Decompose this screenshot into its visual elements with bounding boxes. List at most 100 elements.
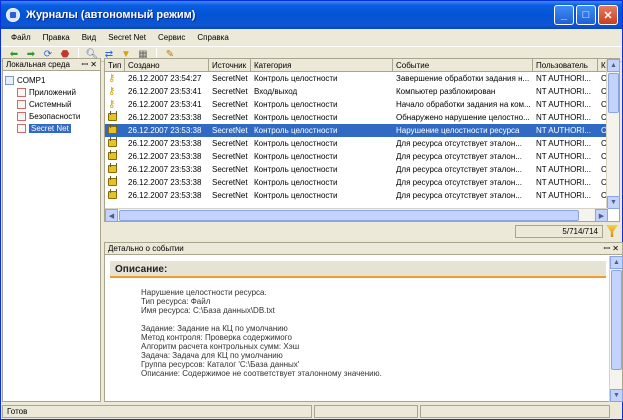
scroll-up-icon[interactable]: ▲ xyxy=(607,59,619,72)
scroll-down-icon[interactable]: ▼ xyxy=(610,389,623,402)
lock-icon xyxy=(108,189,117,199)
scroll-down-icon[interactable]: ▼ xyxy=(607,196,619,209)
column-user[interactable]: Пользователь xyxy=(533,59,598,71)
table-row[interactable]: ⚷ 26.12.2007 23:53:41 SecretNet Контроль це… xyxy=(105,98,619,111)
table-cell: Контроль целостности xyxy=(254,178,338,187)
scroll-left-icon[interactable]: ◀ xyxy=(105,209,118,221)
tree-item-secretnet[interactable]: Secret Net xyxy=(5,122,98,134)
table-row[interactable]: ⚷ 26.12.2007 23:54:27 SecretNet Контроль це… xyxy=(105,72,619,85)
table-cell: NT AUTHORI... xyxy=(536,126,591,135)
table-cell: NT AUTHORI... xyxy=(536,74,591,83)
table-cell: Начало обработки задания на ком... xyxy=(396,100,531,109)
title-bar[interactable]: Журналы (автономный режим) _ □ ✕ xyxy=(1,1,622,29)
table-row[interactable]: 26.12.2007 23:53:38 SecretNet Контроль цел… xyxy=(105,176,619,189)
table-cell: NT AUTHORI... xyxy=(536,87,591,96)
row-type-cell: ⚷ xyxy=(105,72,125,85)
close-button[interactable]: ✕ xyxy=(598,5,618,25)
column-source[interactable]: Источник xyxy=(209,59,251,71)
table-cell: 26.12.2007 23:53:38 xyxy=(128,139,202,148)
lock-icon xyxy=(108,176,117,186)
minimize-button[interactable]: _ xyxy=(554,5,574,25)
event-details-pane: Детально о событии ꟷ ✕ Описание: Нарушен… xyxy=(104,242,623,402)
tree-item-system[interactable]: Системный xyxy=(5,98,98,110)
table-cell: SecretNet xyxy=(212,100,248,109)
table-vertical-scrollbar[interactable]: ▲ ▼ xyxy=(606,59,619,209)
row-type-cell xyxy=(105,124,125,137)
details-pane-controls[interactable]: ꟷ ✕ xyxy=(604,243,619,254)
table-cell: NT AUTHORI... xyxy=(536,152,591,161)
table-cell: 26.12.2007 23:53:41 xyxy=(128,87,202,96)
table-cell: SecretNet xyxy=(212,74,248,83)
description-body[interactable]: Нарушение целостности ресурса. Тип ресур… xyxy=(110,278,606,378)
table-cell: 26.12.2007 23:53:38 xyxy=(128,113,202,122)
tree-root[interactable]: COMP1 xyxy=(5,74,98,86)
row-type-cell xyxy=(105,111,125,124)
main-window: Журналы (автономный режим) _ □ ✕ Файл Пр… xyxy=(0,0,623,420)
table-row[interactable]: 26.12.2007 23:53:38 SecretNet Контроль цел… xyxy=(105,137,619,150)
table-row[interactable]: 26.12.2007 23:53:38 SecretNet Контроль цел… xyxy=(105,123,619,138)
details-vertical-scrollbar[interactable]: ▲ ▼ xyxy=(609,256,623,402)
lock-icon xyxy=(108,150,117,160)
menu-service[interactable]: Сервис xyxy=(152,33,191,42)
table-row[interactable]: 26.12.2007 23:53:38 SecretNet Контроль цел… xyxy=(105,111,619,124)
menu-file[interactable]: Файл xyxy=(5,33,37,42)
navigation-pane: Локальная среда ꟷ ✕ COMP1 Приложений Сис… xyxy=(2,58,101,402)
description-line: Алгоритм расчета контрольных сумм: Хэш xyxy=(141,342,300,351)
table-cell: 26.12.2007 23:53:38 xyxy=(128,191,202,200)
status-text: Готов xyxy=(2,405,312,418)
description-section: Описание: Нарушение целостности ресурса.… xyxy=(110,261,606,399)
description-line: Задача: Задача для КЦ по умолчанию xyxy=(141,351,283,360)
table-row[interactable]: 26.12.2007 23:53:38 SecretNet Контроль цел… xyxy=(105,150,619,163)
menu-secretnet[interactable]: Secret Net xyxy=(102,33,152,42)
row-type-cell xyxy=(105,189,125,202)
scroll-thumb[interactable] xyxy=(611,270,622,370)
description-line: Описание: Содержимое не соответствует эт… xyxy=(141,369,382,378)
table-cell: Нарушение целостности ресурса xyxy=(396,126,520,135)
table-cell: Контроль целостности xyxy=(254,191,338,200)
table-cell: 26.12.2007 23:53:38 xyxy=(128,178,202,187)
log-icon xyxy=(17,87,26,97)
table-row[interactable]: ⚷ 26.12.2007 23:53:41 SecretNet Вход/выход К… xyxy=(105,85,619,98)
column-created[interactable]: Создано xyxy=(125,59,209,71)
column-event[interactable]: Событие xyxy=(393,59,533,71)
column-category[interactable]: Категория xyxy=(251,59,393,71)
table-cell: SecretNet xyxy=(212,178,248,187)
menu-help[interactable]: Справка xyxy=(191,33,234,42)
table-horizontal-scrollbar[interactable]: ◀ ▶ xyxy=(105,208,608,221)
table-cell: Вход/выход xyxy=(254,87,298,96)
tree-item-security[interactable]: Безопасности xyxy=(5,110,98,122)
description-line: Имя ресурса: C:\База данных\DB.txt xyxy=(141,306,275,315)
menu-view[interactable]: Вид xyxy=(76,33,102,42)
table-cell: SecretNet xyxy=(212,165,248,174)
table-cell: Завершение обработки задания н... xyxy=(396,74,530,83)
scroll-right-icon[interactable]: ▶ xyxy=(595,209,608,221)
row-type-cell xyxy=(105,150,125,163)
table-cell: Для ресурса отсутствует эталон... xyxy=(396,191,522,200)
row-type-cell: ⚷ xyxy=(105,85,125,98)
app-icon xyxy=(6,8,20,22)
filter-icon[interactable] xyxy=(606,225,618,237)
table-row[interactable]: 26.12.2007 23:53:38 SecretNet Контроль цел… xyxy=(105,163,619,176)
tree-item-applications[interactable]: Приложений xyxy=(5,86,98,98)
column-type[interactable]: Тип xyxy=(105,59,125,71)
table-header: Тип Создано Источник Категория Событие П… xyxy=(105,59,619,72)
key-icon: ⚷ xyxy=(108,86,116,97)
menu-edit[interactable]: Правка xyxy=(37,33,76,42)
table-cell: SecretNet xyxy=(212,126,248,135)
table-cell: Контроль целостности xyxy=(254,113,338,122)
table-cell: Контроль целостности xyxy=(254,152,338,161)
description-line: Тип ресурса: Файл xyxy=(141,297,211,306)
table-row[interactable]: 26.12.2007 23:53:38 SecretNet Контроль цел… xyxy=(105,189,619,202)
table-cell: Контроль целостности xyxy=(254,100,338,109)
maximize-button[interactable]: □ xyxy=(576,5,596,25)
lock-icon xyxy=(108,137,117,147)
table-cell: NT AUTHORI... xyxy=(536,100,591,109)
scroll-up-icon[interactable]: ▲ xyxy=(610,256,623,269)
pane-controls[interactable]: ꟷ ✕ xyxy=(82,59,97,70)
table-cell: Компьютер разблокирован xyxy=(396,87,496,96)
lock-icon xyxy=(108,111,117,121)
table-cell: 26.12.2007 23:53:38 xyxy=(128,165,202,174)
description-title: Описание: xyxy=(110,261,606,278)
hscroll-thumb[interactable] xyxy=(119,210,579,221)
scroll-thumb[interactable] xyxy=(608,73,619,113)
